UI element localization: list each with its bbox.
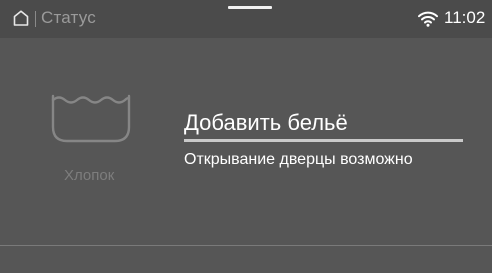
door-status-message: Открывание дверцы возможно xyxy=(184,151,413,168)
status-title: Статус xyxy=(41,8,96,27)
pull-down-handle[interactable] xyxy=(228,6,272,9)
program-label: Хлопок xyxy=(64,167,115,184)
appliance-display: Статус 11:02 Хлопок Добавить бельё Откры… xyxy=(0,0,492,273)
status-divider xyxy=(35,11,36,27)
title-underline xyxy=(184,139,463,142)
add-laundry-title[interactable]: Добавить бельё xyxy=(184,110,348,136)
bottom-divider xyxy=(0,245,492,246)
clock: 11:02 xyxy=(444,8,486,27)
status-bar: Статус 11:02 xyxy=(0,0,492,38)
home-icon[interactable] xyxy=(13,10,29,26)
wifi-icon xyxy=(418,11,438,27)
cotton-tub-icon xyxy=(51,94,131,143)
